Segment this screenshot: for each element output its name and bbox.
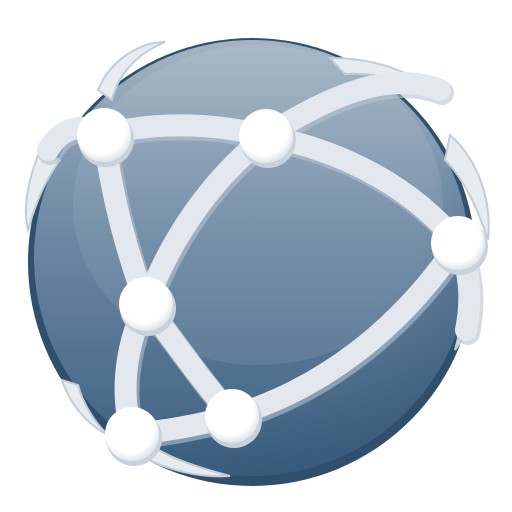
- network-globe-icon-container: [0, 0, 512, 512]
- network-globe-icon: [24, 38, 490, 486]
